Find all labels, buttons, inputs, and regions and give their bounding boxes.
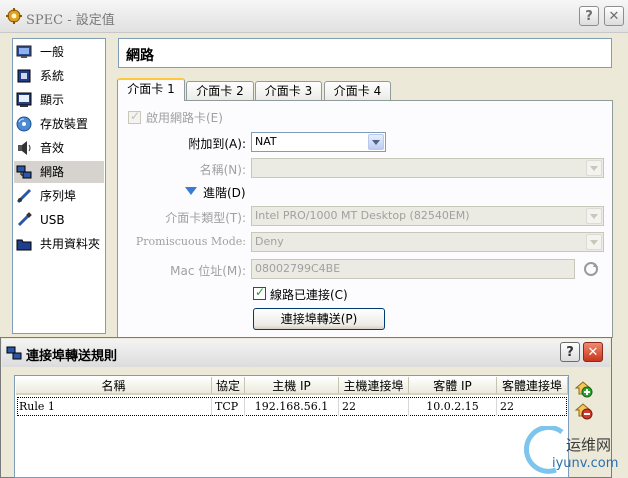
cell-protocol: TCP — [215, 398, 245, 416]
sidebar-item-label: 存放裝置 — [40, 117, 89, 131]
dialog-title-bar: 連接埠轉送規則 ? ✕ — [2, 339, 610, 367]
sidebar-item-label: 系統 — [40, 69, 65, 83]
chip-icon — [17, 69, 31, 83]
page-header: 網路 — [118, 38, 612, 68]
chevron-down-icon[interactable] — [586, 234, 602, 250]
col-header-host-ip[interactable]: 主機 IP — [245, 377, 339, 395]
sidebar-item-system[interactable]: 系統 — [14, 65, 104, 87]
title-bar: SPEC - 設定值 ? ✕ — [0, 0, 628, 33]
sidebar-item-label: 顯示 — [40, 93, 65, 107]
sidebar-item-label: 一般 — [40, 45, 65, 59]
dialog-help-button[interactable]: ? — [560, 342, 580, 362]
col-header-guest-ip[interactable]: 客體 IP — [409, 377, 497, 395]
gear-app-icon — [6, 8, 22, 24]
cell-host-port: 22 — [342, 398, 409, 416]
mac-address-label: Mac 位址(M): — [170, 264, 246, 278]
mac-address-field[interactable]: 08002799C4BE — [251, 259, 575, 279]
col-header-host-port[interactable]: 主機連接埠 — [339, 377, 409, 395]
help-button[interactable]: ? — [579, 6, 599, 26]
usb-icon — [17, 212, 32, 227]
port-forwarding-dialog: 連接埠轉送規則 ? ✕ 名稱 協定 主機 IP 主機連接埠 客體 IP 客體連接… — [0, 337, 612, 478]
adapter-type-value: Intel PRO/1000 MT Desktop (82540EM) — [255, 209, 470, 222]
watermark-text-url: iyunv.com — [552, 456, 619, 471]
display-icon — [16, 92, 32, 107]
chevron-down-icon[interactable] — [586, 208, 602, 224]
window-title: SPEC - 設定值 — [26, 13, 115, 28]
watermark: 运维网 iyunv.com — [522, 426, 626, 476]
chevron-down-icon[interactable] — [586, 160, 602, 176]
sidebar-item-serial[interactable]: 序列埠 — [14, 185, 104, 207]
tab-adapter-2[interactable]: 介面卡 2 — [186, 81, 254, 100]
dialog-close-button[interactable]: ✕ — [583, 342, 603, 362]
cell-name: Rule 1 — [19, 398, 212, 416]
cell-guest-ip: 10.0.2.15 — [409, 398, 497, 416]
adapter-type-select[interactable]: Intel PRO/1000 MT Desktop (82540EM) — [251, 206, 604, 226]
rules-table: 名稱 協定 主機 IP 主機連接埠 客體 IP 客體連接埠 Rule 1 TCP… — [14, 375, 569, 478]
enable-adapter-label: 啟用網路卡(E) — [146, 111, 223, 125]
sidebar-item-label: 共用資料夾 — [40, 237, 101, 251]
cell-host-ip: 192.168.56.1 — [245, 398, 339, 416]
check-mark-icon: ✓ — [130, 109, 141, 123]
adapter-type-label: 介面卡類型(T): — [165, 211, 246, 225]
chevron-down-icon[interactable] — [368, 134, 384, 150]
attached-to-label: 附加到(A): — [188, 137, 246, 151]
sidebar-item-display[interactable]: 顯示 — [14, 89, 104, 111]
sidebar-item-label: 音效 — [40, 141, 65, 155]
network-icon — [16, 165, 32, 179]
tab-adapter-3[interactable]: 介面卡 3 — [255, 81, 322, 100]
add-rule-icon[interactable] — [573, 378, 593, 398]
page-title: 網路 — [126, 48, 154, 64]
port-forwarding-button[interactable]: 連接埠轉送(P) — [253, 308, 385, 330]
close-button[interactable]: ✕ — [604, 6, 624, 26]
tab-adapter-4[interactable]: 介面卡 4 — [324, 81, 391, 100]
network-icon — [6, 346, 22, 360]
refresh-mac-icon[interactable] — [583, 261, 599, 277]
sidebar-item-network[interactable]: 網路 — [14, 161, 104, 183]
disk-icon — [16, 116, 32, 132]
sidebar-item-general[interactable]: 一般 — [14, 41, 104, 63]
promiscuous-mode-select[interactable]: Deny — [251, 232, 604, 252]
sidebar-item-label: 序列埠 — [40, 189, 77, 203]
sidebar-item-shared-folders[interactable]: 共用資料夾 — [14, 233, 104, 255]
sidebar-item-storage[interactable]: 存放裝置 — [14, 113, 104, 135]
settings-sidebar: 一般 系統 顯示 存放裝置 音效 網路 序列埠 USB 共用資料夾 — [12, 38, 106, 334]
monitor-icon — [16, 45, 32, 58]
sidebar-item-label: USB — [40, 213, 65, 227]
expand-arrow-icon[interactable] — [185, 186, 197, 196]
folder-icon — [16, 239, 32, 251]
watermark-text-cn: 运维网 — [566, 436, 612, 454]
sidebar-item-usb[interactable]: USB — [14, 209, 104, 231]
cable-connected-checkbox[interactable]: ✓ — [253, 285, 266, 300]
speaker-icon — [18, 141, 31, 155]
remove-rule-icon[interactable] — [573, 400, 593, 420]
col-header-guest-port[interactable]: 客體連接埠 — [497, 377, 568, 395]
promiscuous-mode-value: Deny — [255, 235, 284, 248]
name-label: 名稱(N): — [199, 163, 246, 177]
name-select[interactable] — [251, 158, 604, 178]
check-mark-icon: ✓ — [255, 285, 266, 299]
enable-adapter-checkbox[interactable]: ✓ — [128, 109, 141, 124]
promiscuous-mode-label: Promiscuous Mode: — [135, 235, 246, 248]
attached-to-select[interactable]: NAT — [251, 132, 386, 152]
tab-adapter-1[interactable]: 介面卡 1 — [117, 78, 185, 101]
col-header-protocol[interactable]: 協定 — [212, 377, 245, 395]
dialog-title: 連接埠轉送規則 — [26, 349, 118, 364]
advanced-toggle[interactable]: 進階(D) — [203, 184, 246, 201]
serial-icon — [16, 188, 32, 204]
attached-to-value: NAT — [255, 135, 277, 148]
cell-guest-port: 22 — [500, 400, 514, 413]
sidebar-item-audio[interactable]: 音效 — [14, 137, 104, 159]
col-header-name[interactable]: 名稱 — [16, 377, 212, 395]
cable-connected-label: 線路已連接(C) — [270, 288, 348, 302]
sidebar-item-label: 網路 — [40, 165, 65, 179]
